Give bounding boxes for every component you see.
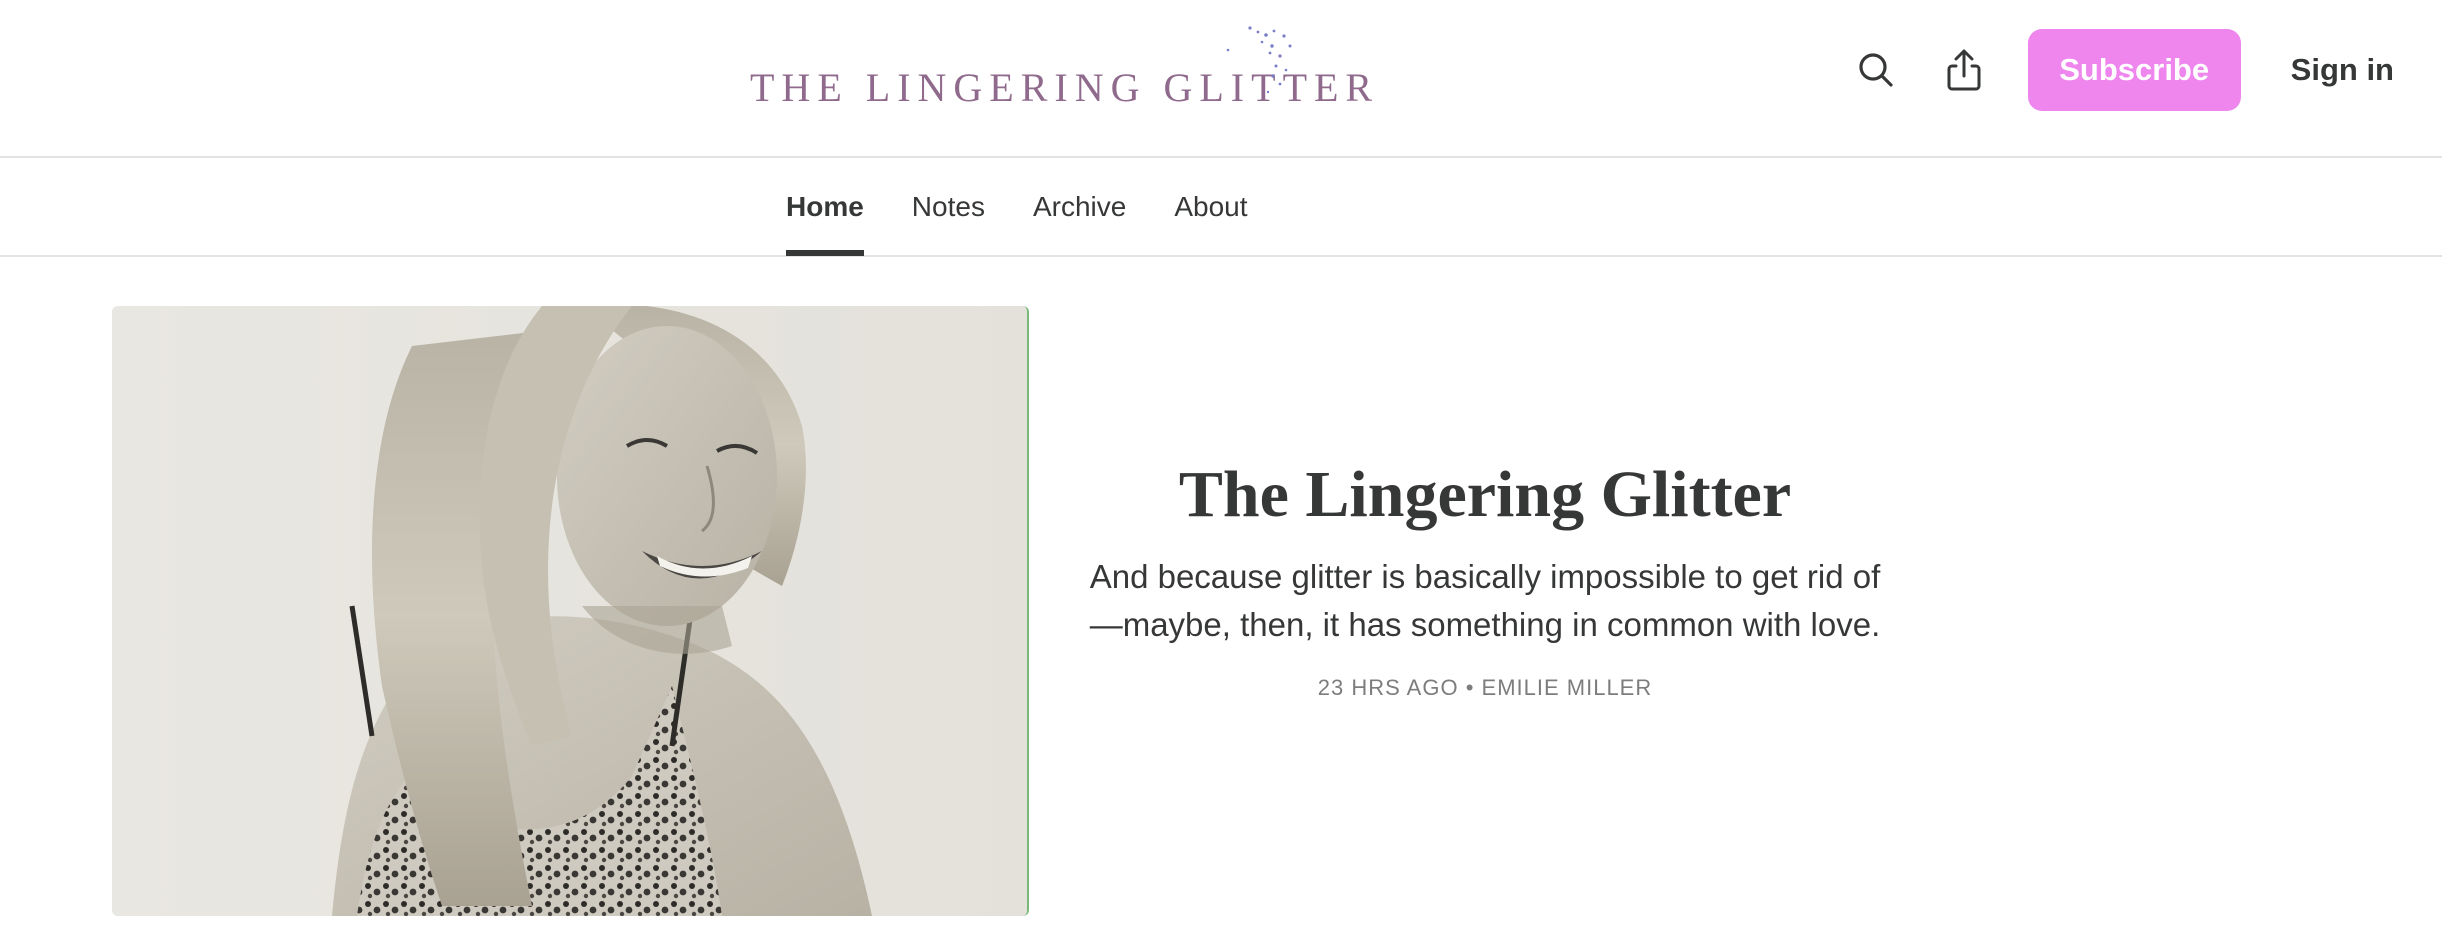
post-subtitle: And because glitter is basically impossi… [1089,558,1881,643]
tab-notes[interactable]: Notes [912,158,985,255]
share-button[interactable] [1932,38,1996,102]
post-title[interactable]: The Lingering Glitter [1085,455,1885,535]
portrait-photo [112,306,1027,916]
tab-home[interactable]: Home [786,158,864,256]
main-nav: Home Notes Archive About [0,158,2442,257]
featured-post-text: The Lingering Glitter And because glitte… [1085,455,1885,701]
meta-separator: • [1465,675,1475,700]
search-button[interactable] [1844,38,1908,102]
nav-tabs: Home Notes Archive About [786,158,1296,256]
share-icon [1947,49,1981,91]
glitter-sparkles-icon [1226,26,1292,94]
tab-about[interactable]: About [1174,158,1247,255]
subscribe-button[interactable]: Subscribe [2027,29,2241,111]
sign-in-button[interactable]: Sign in [2291,52,2394,88]
site-header: THE LINGERING GLITTER Subscribe Sign in [0,0,2442,158]
site-logo[interactable]: THE LINGERING GLITTER [750,26,1372,120]
post-author-link[interactable]: EMILIE MILLER [1482,675,1653,700]
search-icon [1859,53,1893,87]
featured-post-image[interactable] [112,306,1029,916]
post-meta: 23 HRS AGO • EMILIE MILLER [1085,675,1885,701]
post-timestamp: 23 HRS AGO [1317,675,1459,700]
header-actions: Subscribe Sign in [1844,29,2442,111]
tab-archive[interactable]: Archive [1033,158,1126,255]
